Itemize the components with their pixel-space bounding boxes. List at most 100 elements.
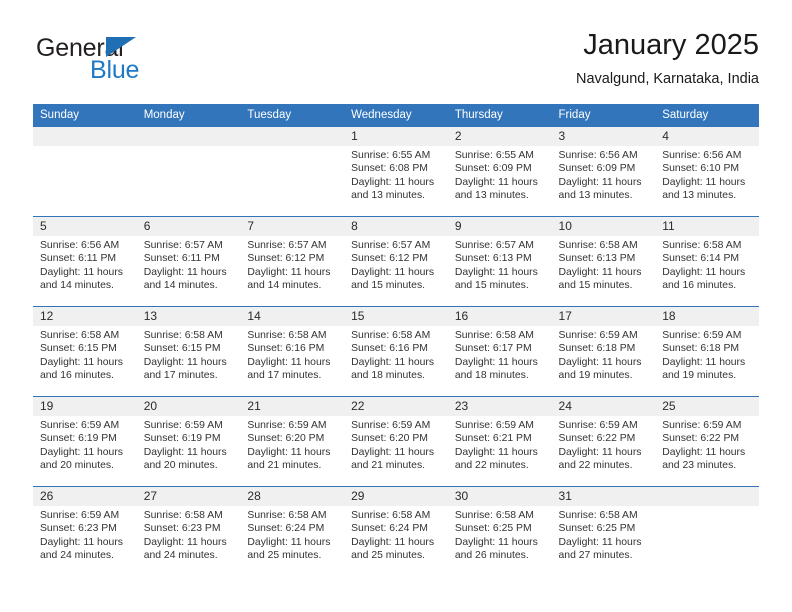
day-details: Sunrise: 6:58 AM Sunset: 6:16 PM Daylight:… xyxy=(240,326,344,383)
day-number: 11 xyxy=(655,217,759,236)
day-number: 31 xyxy=(551,487,656,506)
day-number: 18 xyxy=(655,307,759,326)
calendar-day-cell[interactable]: 4 Sunrise: 6:56 AM Sunset: 6:10 PM Daylight… xyxy=(655,126,759,217)
sunset-text: Sunset: 6:14 PM xyxy=(662,253,740,265)
calendar-day-cell[interactable]: 12 Sunrise: 6:58 AM Sunset: 6:15 PM Dayligh… xyxy=(33,306,137,397)
sunrise-text: Sunrise: 6:55 AM xyxy=(454,150,534,161)
day-details: Sunrise: 6:55 AM Sunset: 6:08 PM Daylight:… xyxy=(344,146,448,203)
day-number: 9 xyxy=(447,217,552,236)
calendar-day-cell[interactable]: 10 Sunrise: 6:58 AM Sunset: 6:13 PM Dayligh… xyxy=(551,216,656,307)
calendar-day-cell[interactable]: 5 Sunrise: 6:56 AM Sunset: 6:11 PM Daylight… xyxy=(33,216,137,307)
sunrise-text: Sunrise: 6:58 AM xyxy=(143,510,223,521)
day-number: 26 xyxy=(33,487,137,506)
day-details: Sunrise: 6:57 AM Sunset: 6:13 PM Daylight:… xyxy=(448,236,552,293)
daylight-text: Daylight: 11 hours and 26 minutes. xyxy=(454,536,538,562)
sunrise-text: Sunrise: 6:59 AM xyxy=(143,420,223,431)
day-details: Sunrise: 6:59 AM Sunset: 6:22 PM Daylight:… xyxy=(552,416,656,473)
calendar-day-cell[interactable]: 31 Sunrise: 6:58 AM Sunset: 6:25 PM Dayligh… xyxy=(551,486,656,577)
day-number: 30 xyxy=(447,487,552,506)
calendar-header-row: Sunday Monday Tuesday Wednesday Thursday… xyxy=(33,104,759,127)
sunset-text: Sunset: 6:20 PM xyxy=(351,433,428,445)
calendar-day-cell[interactable]: 14 Sunrise: 6:58 AM Sunset: 6:16 PM Dayligh… xyxy=(240,306,345,397)
calendar-day-cell[interactable]: 15 Sunrise: 6:58 AM Sunset: 6:16 PM Dayligh… xyxy=(344,306,448,397)
weekday-header-monday: Monday xyxy=(136,104,241,127)
daylight-text: Daylight: 11 hours and 13 minutes. xyxy=(454,176,538,202)
calendar-day-cell[interactable]: 3 Sunrise: 6:56 AM Sunset: 6:09 PM Daylight… xyxy=(551,126,656,217)
calendar-day-cell[interactable]: 6 Sunrise: 6:57 AM Sunset: 6:11 PM Daylight… xyxy=(136,216,241,307)
sunset-text: Sunset: 6:17 PM xyxy=(454,343,532,355)
day-details: Sunrise: 6:58 AM Sunset: 6:15 PM Daylight:… xyxy=(137,326,241,383)
daylight-text: Daylight: 11 hours and 15 minutes. xyxy=(558,266,642,292)
calendar-week-row: 26 Sunrise: 6:59 AM Sunset: 6:23 PM Dayligh… xyxy=(33,486,759,577)
day-details: Sunrise: 6:56 AM Sunset: 6:11 PM Daylight:… xyxy=(33,236,137,293)
sunset-text: Sunset: 6:09 PM xyxy=(454,163,532,175)
calendar-day-cell[interactable]: 8 Sunrise: 6:57 AM Sunset: 6:12 PM Daylight… xyxy=(344,216,448,307)
page-subtitle: Navalgund, Karnataka, India xyxy=(576,71,759,87)
sunrise-text: Sunrise: 6:58 AM xyxy=(247,330,327,341)
calendar-day-cell[interactable]: 27 Sunrise: 6:58 AM Sunset: 6:23 PM Dayligh… xyxy=(136,486,241,577)
calendar-day-cell[interactable]: 17 Sunrise: 6:59 AM Sunset: 6:18 PM Dayligh… xyxy=(551,306,656,397)
day-number xyxy=(655,487,759,506)
general-blue-logo[interactable]: General Blue xyxy=(36,34,236,92)
day-number: 16 xyxy=(447,307,552,326)
calendar-day-cell[interactable]: 30 Sunrise: 6:58 AM Sunset: 6:25 PM Dayligh… xyxy=(447,486,552,577)
calendar-day-cell[interactable]: 25 Sunrise: 6:59 AM Sunset: 6:22 PM Dayligh… xyxy=(655,396,759,487)
calendar-day-cell[interactable]: 19 Sunrise: 6:59 AM Sunset: 6:19 PM Dayligh… xyxy=(33,396,137,487)
day-details: Sunrise: 6:58 AM Sunset: 6:15 PM Daylight:… xyxy=(33,326,137,383)
calendar-day-cell[interactable]: 24 Sunrise: 6:59 AM Sunset: 6:22 PM Dayligh… xyxy=(551,396,656,487)
calendar-day-cell[interactable]: 28 Sunrise: 6:58 AM Sunset: 6:24 PM Dayligh… xyxy=(240,486,345,577)
day-details: Sunrise: 6:59 AM Sunset: 6:19 PM Daylight:… xyxy=(33,416,137,473)
day-details: Sunrise: 6:58 AM Sunset: 6:25 PM Daylight:… xyxy=(552,506,656,563)
weekday-header-saturday: Saturday xyxy=(655,104,759,127)
day-number: 19 xyxy=(33,397,137,416)
day-details: Sunrise: 6:59 AM Sunset: 6:21 PM Daylight:… xyxy=(448,416,552,473)
day-number: 21 xyxy=(240,397,345,416)
calendar-day-cell[interactable]: 9 Sunrise: 6:57 AM Sunset: 6:13 PM Daylight… xyxy=(447,216,552,307)
sunrise-text: Sunrise: 6:58 AM xyxy=(40,330,120,341)
calendar-day-cell[interactable]: 26 Sunrise: 6:59 AM Sunset: 6:23 PM Dayligh… xyxy=(33,486,137,577)
calendar-day-cell[interactable]: 23 Sunrise: 6:59 AM Sunset: 6:21 PM Dayligh… xyxy=(447,396,552,487)
calendar-cell-empty xyxy=(655,486,759,577)
calendar-day-cell[interactable]: 16 Sunrise: 6:58 AM Sunset: 6:17 PM Dayligh… xyxy=(447,306,552,397)
calendar-table: Sunday Monday Tuesday Wednesday Thursday… xyxy=(33,104,759,577)
daylight-text: Daylight: 11 hours and 16 minutes. xyxy=(40,356,123,382)
day-details: Sunrise: 6:59 AM Sunset: 6:23 PM Daylight:… xyxy=(33,506,137,563)
calendar-day-cell[interactable]: 21 Sunrise: 6:59 AM Sunset: 6:20 PM Dayligh… xyxy=(240,396,345,487)
calendar-day-cell[interactable]: 18 Sunrise: 6:59 AM Sunset: 6:18 PM Dayligh… xyxy=(655,306,759,397)
sunset-text: Sunset: 6:16 PM xyxy=(351,343,428,355)
sunrise-text: Sunrise: 6:58 AM xyxy=(351,330,431,341)
daylight-text: Daylight: 11 hours and 24 minutes. xyxy=(143,536,227,562)
sunset-text: Sunset: 6:18 PM xyxy=(558,343,636,355)
calendar-day-cell[interactable]: 29 Sunrise: 6:58 AM Sunset: 6:24 PM Dayligh… xyxy=(344,486,448,577)
day-details: Sunrise: 6:58 AM Sunset: 6:16 PM Daylight:… xyxy=(344,326,448,383)
day-details: Sunrise: 6:59 AM Sunset: 6:19 PM Daylight:… xyxy=(137,416,241,473)
day-number: 8 xyxy=(344,217,448,236)
calendar-day-cell[interactable]: 7 Sunrise: 6:57 AM Sunset: 6:12 PM Daylight… xyxy=(240,216,345,307)
day-details: Sunrise: 6:57 AM Sunset: 6:12 PM Daylight:… xyxy=(344,236,448,293)
daylight-text: Daylight: 11 hours and 17 minutes. xyxy=(247,356,331,382)
sunset-text: Sunset: 6:19 PM xyxy=(40,433,117,445)
day-details: Sunrise: 6:57 AM Sunset: 6:12 PM Daylight:… xyxy=(240,236,344,293)
calendar-cell-empty xyxy=(136,126,241,217)
sunset-text: Sunset: 6:16 PM xyxy=(247,343,325,355)
sunset-text: Sunset: 6:15 PM xyxy=(40,343,117,355)
day-details: Sunrise: 6:59 AM Sunset: 6:22 PM Daylight:… xyxy=(655,416,759,473)
sunrise-text: Sunrise: 6:59 AM xyxy=(454,420,534,431)
sunrise-text: Sunrise: 6:59 AM xyxy=(662,330,742,341)
calendar-day-cell[interactable]: 1 Sunrise: 6:55 AM Sunset: 6:08 PM Daylight… xyxy=(344,126,448,217)
calendar-day-cell[interactable]: 20 Sunrise: 6:59 AM Sunset: 6:19 PM Dayligh… xyxy=(136,396,241,487)
day-details: Sunrise: 6:58 AM Sunset: 6:23 PM Daylight:… xyxy=(137,506,241,563)
calendar-day-cell[interactable]: 2 Sunrise: 6:55 AM Sunset: 6:09 PM Daylight… xyxy=(447,126,552,217)
sunrise-text: Sunrise: 6:56 AM xyxy=(662,150,742,161)
sunrise-text: Sunrise: 6:58 AM xyxy=(351,510,431,521)
logo-text-blue: Blue xyxy=(90,56,140,84)
daylight-text: Daylight: 11 hours and 14 minutes. xyxy=(40,266,123,292)
day-details: Sunrise: 6:59 AM Sunset: 6:18 PM Daylight:… xyxy=(655,326,759,383)
daylight-text: Daylight: 11 hours and 13 minutes. xyxy=(558,176,642,202)
sunset-text: Sunset: 6:22 PM xyxy=(558,433,636,445)
calendar-day-cell[interactable]: 11 Sunrise: 6:58 AM Sunset: 6:14 PM Dayligh… xyxy=(655,216,759,307)
day-details: Sunrise: 6:59 AM Sunset: 6:18 PM Daylight:… xyxy=(552,326,656,383)
calendar-day-cell[interactable]: 13 Sunrise: 6:58 AM Sunset: 6:15 PM Dayligh… xyxy=(136,306,241,397)
weekday-header-friday: Friday xyxy=(551,104,656,127)
calendar-day-cell[interactable]: 22 Sunrise: 6:59 AM Sunset: 6:20 PM Dayligh… xyxy=(344,396,448,487)
